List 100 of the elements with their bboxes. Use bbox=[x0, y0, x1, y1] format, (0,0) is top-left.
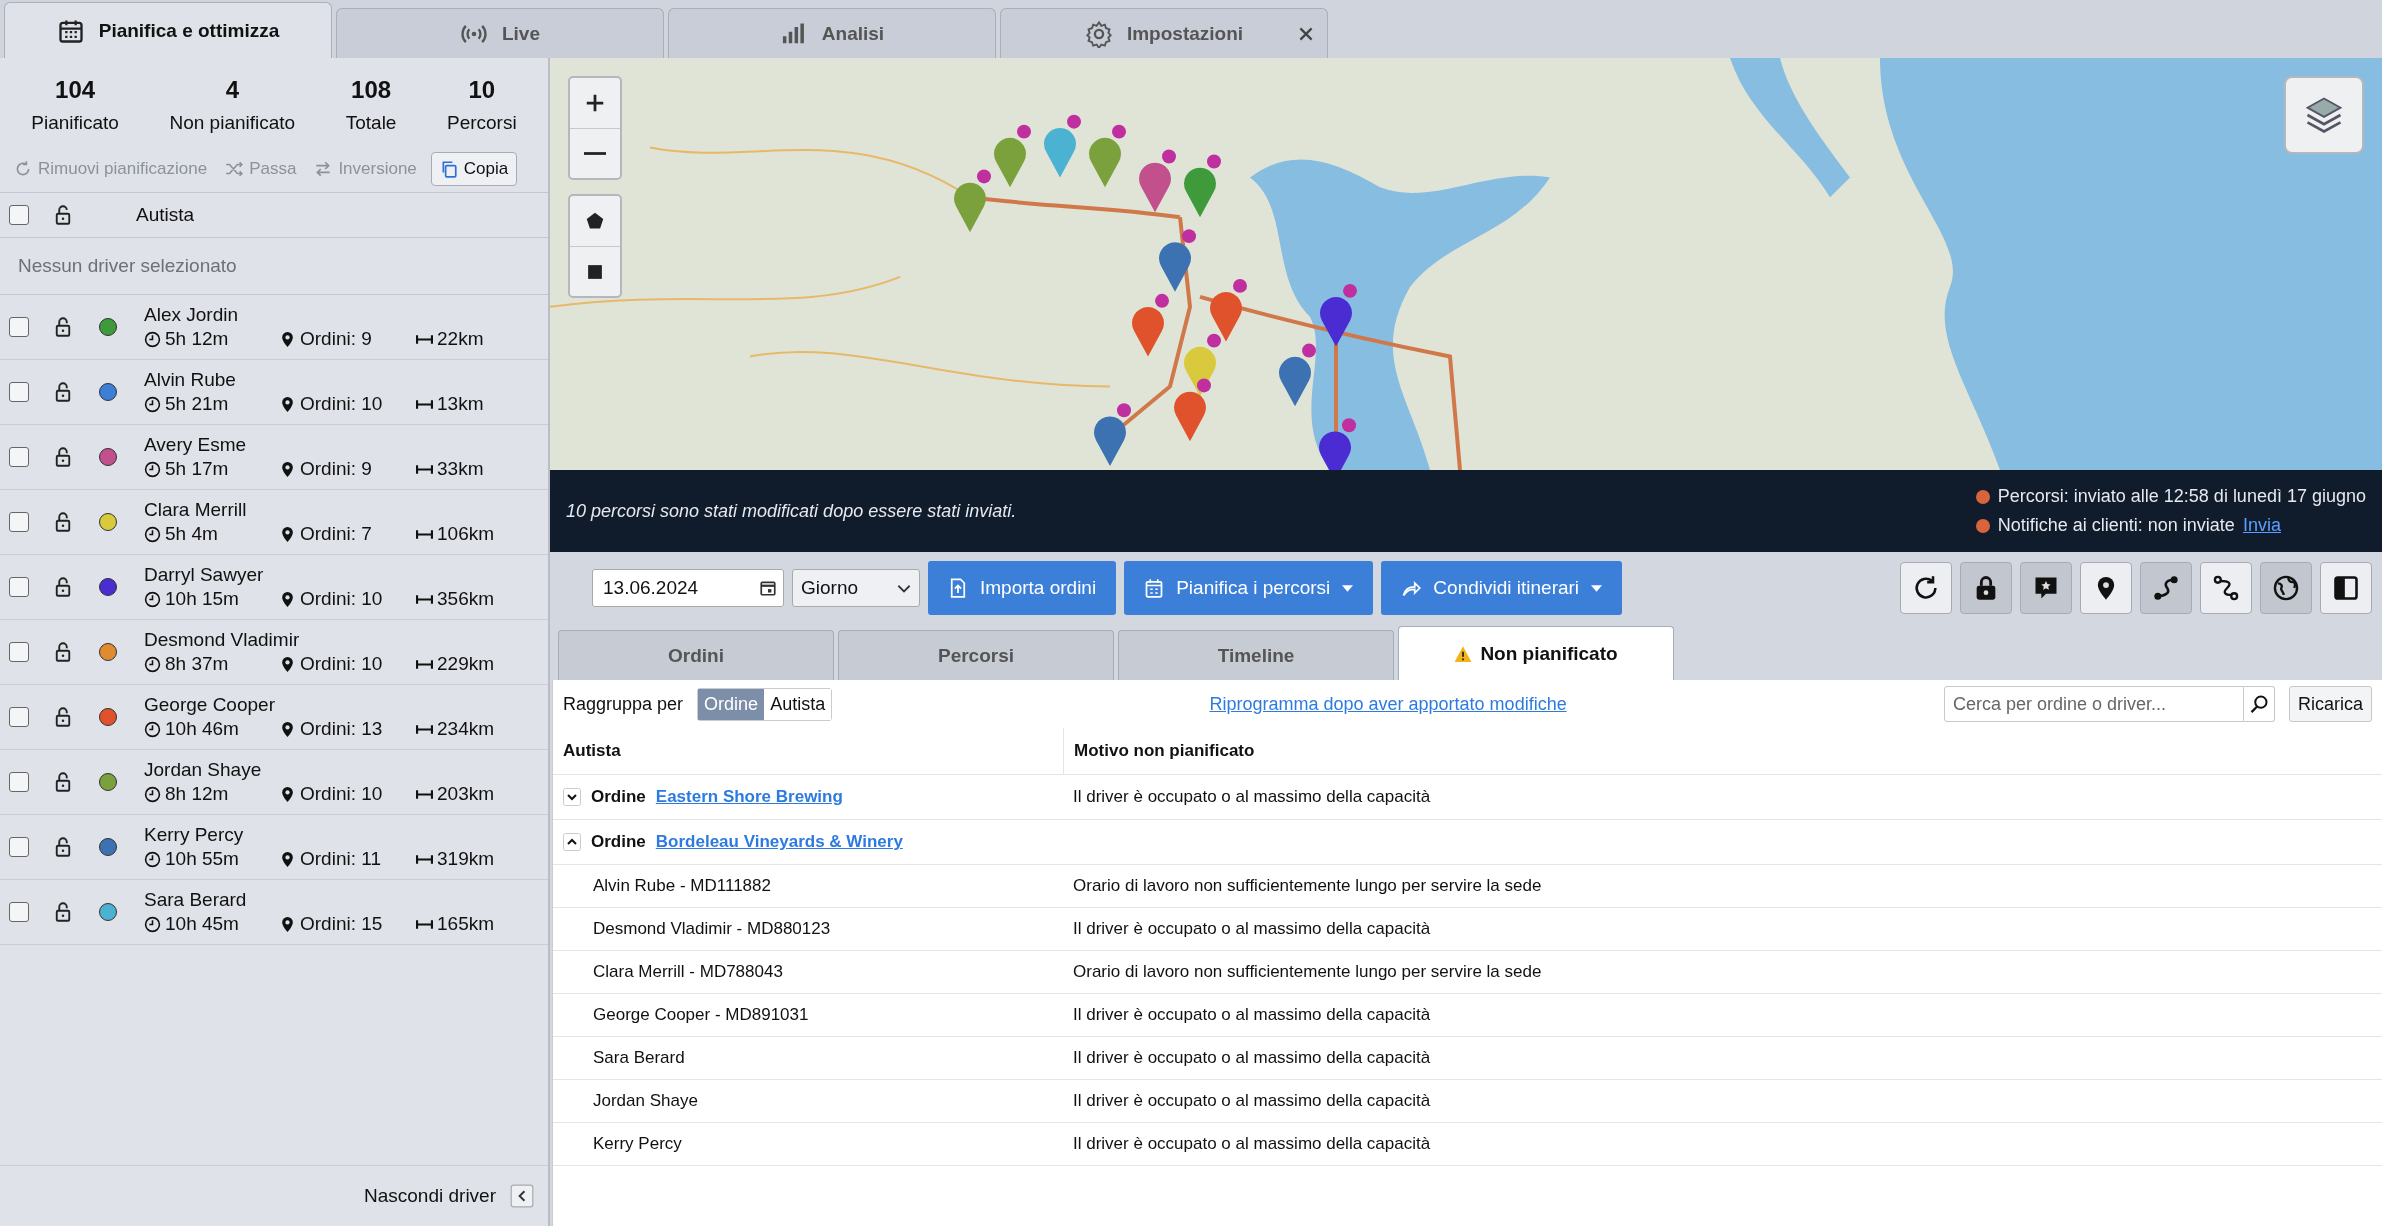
hide-drivers-button[interactable]: Nascondi driver bbox=[364, 1185, 496, 1207]
clock-icon bbox=[144, 850, 161, 868]
driver-name: Alex Jordin bbox=[144, 304, 239, 326]
clock-icon bbox=[144, 720, 161, 738]
driver-checkbox[interactable] bbox=[9, 577, 29, 597]
order-link[interactable]: Eastern Shore Brewing bbox=[655, 787, 843, 807]
route-distance: 33km bbox=[437, 458, 484, 480]
date-field[interactable]: 13.06.2024 bbox=[592, 569, 784, 607]
view-tab[interactable]: Percorsi bbox=[838, 630, 1114, 680]
note-button[interactable] bbox=[2020, 562, 2072, 614]
map-marker[interactable] bbox=[1044, 114, 1081, 178]
map-marker[interactable] bbox=[1089, 124, 1126, 188]
driver-checkbox[interactable] bbox=[9, 447, 29, 467]
driver-checkbox[interactable] bbox=[9, 902, 29, 922]
map-layers-button[interactable] bbox=[2284, 76, 2364, 154]
unlocked-icon[interactable] bbox=[53, 512, 73, 532]
route-duration: 10h 46m bbox=[165, 718, 240, 740]
unlocked-icon[interactable] bbox=[53, 447, 73, 467]
driver-name: Kerry Percy bbox=[144, 824, 245, 846]
clock-icon bbox=[144, 590, 161, 608]
toolbar-button[interactable]: Condividi itinerari bbox=[1381, 561, 1623, 615]
search-button[interactable] bbox=[2244, 686, 2275, 722]
map-pin-icon bbox=[279, 460, 296, 478]
refresh-button[interactable] bbox=[1900, 562, 1952, 614]
select-all-checkbox[interactable] bbox=[9, 205, 29, 225]
table-cell-text: Il driver è occupato o al massimo della capacità bbox=[1072, 787, 1431, 807]
unlocked-icon[interactable] bbox=[53, 642, 73, 662]
unlocked-icon[interactable] bbox=[53, 577, 73, 597]
driver-name: Avery Esme bbox=[144, 434, 248, 456]
globe-button[interactable] bbox=[2260, 562, 2312, 614]
route-duration: 5h 17m bbox=[165, 458, 230, 480]
map-marker[interactable] bbox=[1174, 378, 1211, 442]
unlocked-icon[interactable] bbox=[53, 772, 73, 792]
collapse-icon[interactable] bbox=[510, 1184, 534, 1208]
driver-checkbox[interactable] bbox=[9, 382, 29, 402]
driver-checkbox[interactable] bbox=[9, 317, 29, 337]
map-marker[interactable] bbox=[1159, 229, 1196, 292]
lock-button[interactable] bbox=[1960, 562, 2012, 614]
pentagon-icon bbox=[584, 210, 606, 232]
route-button[interactable] bbox=[2140, 562, 2192, 614]
main-tab[interactable]: Live bbox=[336, 8, 664, 58]
order-count: Ordini: 15 bbox=[300, 913, 384, 935]
group-prefix: Ordine bbox=[591, 787, 646, 807]
view-tab[interactable]: Timeline bbox=[1118, 630, 1394, 680]
table-cell-text: Orario di lavoro non sufficientemente lungo per servire la sede bbox=[1072, 876, 1542, 896]
map-marker[interactable] bbox=[1210, 278, 1247, 342]
expand-toggle-icon[interactable] bbox=[563, 788, 581, 806]
pin-button[interactable] bbox=[2080, 562, 2132, 614]
warning-icon bbox=[1454, 644, 1473, 663]
panel-button[interactable] bbox=[2320, 562, 2372, 614]
send-link[interactable]: Invia bbox=[2242, 515, 2281, 536]
action-button[interactable]: Copia bbox=[430, 152, 518, 186]
table-cell-text: Desmond Vladimir - MD880123 bbox=[592, 919, 832, 939]
driver-checkbox[interactable] bbox=[9, 642, 29, 662]
map-marker[interactable] bbox=[954, 169, 991, 233]
view-tab[interactable]: Ordini bbox=[558, 630, 834, 680]
driver-checkbox[interactable] bbox=[9, 707, 29, 727]
driver-checkbox[interactable] bbox=[9, 837, 29, 857]
map-marker[interactable] bbox=[1139, 149, 1176, 213]
map-marker[interactable] bbox=[1094, 403, 1131, 466]
group-by-option[interactable]: Ordine bbox=[698, 688, 765, 720]
reload-button[interactable]: Ricarica bbox=[2289, 686, 2372, 722]
branch-route-button[interactable] bbox=[2200, 562, 2252, 614]
toolbar-button[interactable]: Pianifica i percorsi bbox=[1124, 561, 1374, 615]
search-field[interactable]: Cerca per ordine o driver... bbox=[1944, 686, 2244, 722]
table-cell-text: Alvin Rube - MD111882 bbox=[592, 876, 772, 896]
period-select[interactable]: Giorno bbox=[792, 569, 920, 607]
unlocked-icon[interactable] bbox=[53, 382, 73, 402]
route-distance: 22km bbox=[437, 328, 484, 350]
view-tab[interactable]: Non pianificato bbox=[1398, 626, 1674, 680]
unlocked-icon[interactable] bbox=[53, 902, 73, 922]
driver-checkbox[interactable] bbox=[9, 772, 29, 792]
map-marker[interactable] bbox=[1184, 154, 1221, 218]
unlocked-icon[interactable] bbox=[53, 707, 73, 727]
table-cell-text: George Cooper - MD891031 bbox=[592, 1005, 810, 1025]
unlocked-icon[interactable] bbox=[53, 837, 73, 857]
main-tab[interactable]: Analisi bbox=[668, 8, 996, 58]
expand-toggle-icon[interactable] bbox=[563, 833, 581, 851]
clock-icon bbox=[144, 525, 161, 543]
order-count: Ordini: 9 bbox=[300, 328, 373, 350]
map-marker[interactable] bbox=[1320, 283, 1357, 347]
order-link[interactable]: Bordeleau Vineyards & Winery bbox=[655, 832, 903, 852]
route-distance: 106km bbox=[437, 523, 495, 545]
reschedule-link[interactable]: Riprogramma dopo aver apportato modifiche bbox=[1209, 693, 1567, 715]
map-marker[interactable] bbox=[1279, 343, 1316, 407]
search-icon bbox=[2249, 694, 2269, 714]
route-icon bbox=[2152, 574, 2180, 602]
table-cell-text: Il driver è occupato o al massimo della capacità bbox=[1072, 1091, 1431, 1111]
map-pin-icon bbox=[279, 850, 296, 868]
main-tab[interactable]: Pianifica e ottimizza bbox=[4, 2, 332, 58]
driver-checkbox[interactable] bbox=[9, 512, 29, 532]
map-marker[interactable] bbox=[1184, 333, 1221, 397]
main-tab[interactable]: Impostazioni bbox=[1000, 8, 1328, 58]
driver-name: George Cooper bbox=[144, 694, 276, 716]
map-marker[interactable] bbox=[994, 124, 1031, 188]
unlocked-icon[interactable] bbox=[53, 317, 73, 337]
toolbar-button[interactable]: Importa ordini bbox=[928, 561, 1117, 615]
close-icon[interactable] bbox=[1297, 25, 1315, 43]
map-marker[interactable] bbox=[1319, 418, 1356, 470]
map-marker[interactable] bbox=[1132, 293, 1169, 357]
